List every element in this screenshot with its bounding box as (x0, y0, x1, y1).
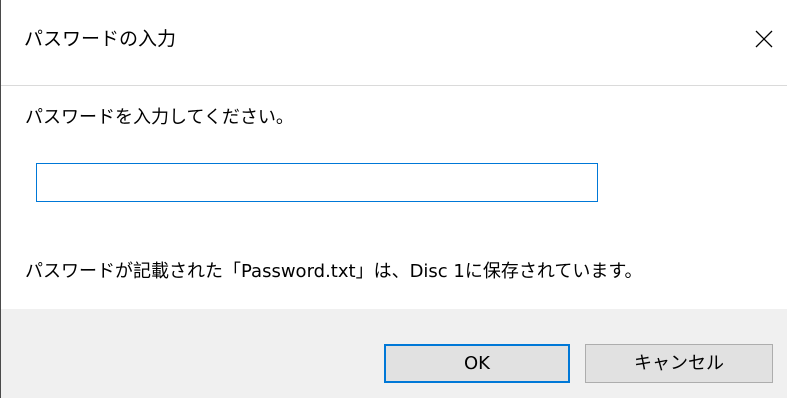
password-input[interactable] (36, 163, 598, 202)
close-icon (755, 30, 773, 48)
close-button[interactable] (741, 12, 787, 66)
dialog-title: パスワードの入力 (24, 28, 177, 50)
password-location-note: パスワードが記載された「Password.txt」は、Disc 1に保存されてい… (25, 261, 643, 282)
title-bar: パスワードの入力 (1, 0, 787, 86)
prompt-label: パスワードを入力してください。 (25, 107, 294, 128)
password-dialog: パスワードの入力 パスワードを入力してください。 パスワードが記載された「Pas… (0, 0, 787, 398)
ok-button[interactable]: OK (384, 344, 570, 383)
button-bar: OK キャンセル (1, 309, 787, 398)
cancel-button[interactable]: キャンセル (585, 344, 773, 383)
dialog-body: パスワードを入力してください。 パスワードが記載された「Password.txt… (1, 87, 787, 309)
